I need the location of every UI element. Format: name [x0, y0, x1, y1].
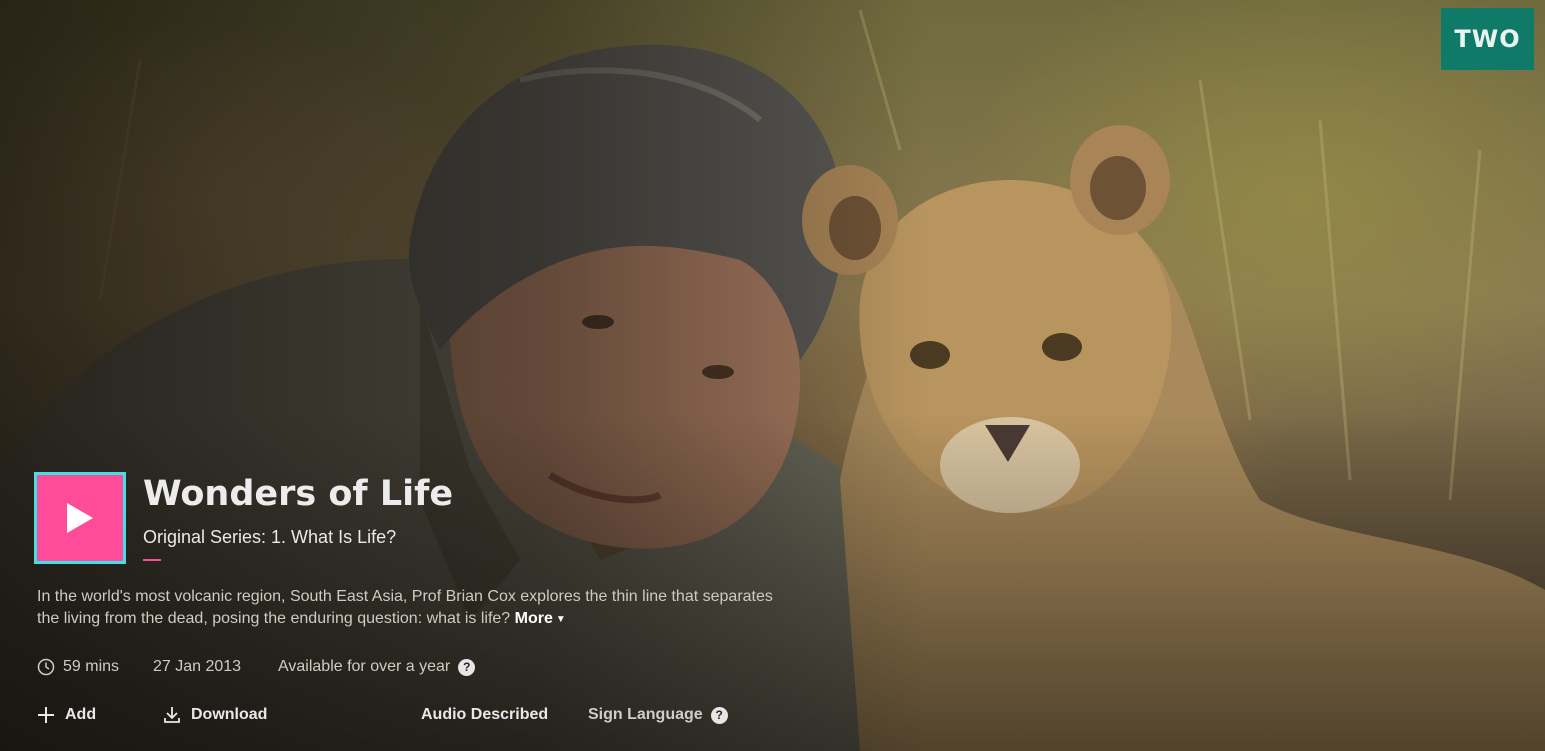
sign-language-label: Sign Language: [588, 706, 703, 723]
add-label: Add: [65, 706, 97, 723]
description-text: In the world's most volcanic region, Sou…: [37, 588, 773, 627]
plus-icon: [38, 707, 54, 723]
more-link[interactable]: More ▼: [515, 610, 566, 627]
play-button[interactable]: [34, 472, 126, 564]
duration: 59 mins: [37, 658, 119, 676]
availability: Available for over a year ?: [278, 658, 476, 676]
broadcast-date: 27 Jan 2013: [153, 658, 242, 675]
more-label: More: [514, 610, 553, 627]
programme-title: Wonders of Life: [143, 474, 454, 514]
add-button[interactable]: Add: [37, 706, 96, 724]
clock-icon: [37, 658, 55, 676]
accent-divider: [143, 559, 161, 561]
availability-text: Available for over a year: [278, 658, 451, 675]
download-icon: [164, 707, 180, 723]
audio-described-label: Audio Described: [421, 706, 549, 723]
chevron-down-icon: ▼: [555, 614, 566, 625]
channel-badge-label: TWO: [1454, 25, 1521, 53]
hero-image: [0, 0, 1545, 751]
channel-badge: TWO: [1441, 8, 1534, 70]
help-icon[interactable]: ?: [710, 706, 728, 724]
play-icon: [67, 503, 93, 533]
duration-text: 59 mins: [63, 658, 120, 675]
episode-subtitle: Original Series: 1. What Is Life?: [143, 527, 397, 547]
audio-described-button[interactable]: Audio Described: [421, 706, 548, 724]
download-label: Download: [191, 706, 268, 723]
sign-language-button[interactable]: Sign Language ?: [588, 706, 728, 724]
hero-shade: [0, 0, 1545, 751]
help-icon[interactable]: ?: [458, 658, 476, 676]
download-button[interactable]: Download: [163, 706, 267, 724]
programme-description: In the world's most volcanic region, Sou…: [37, 586, 797, 631]
